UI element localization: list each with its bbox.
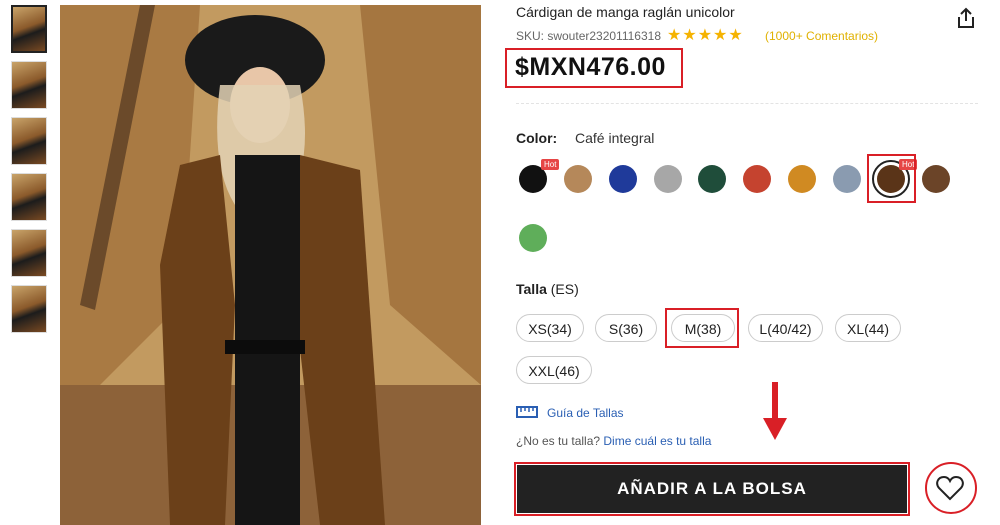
color-swatch-azul[interactable] [609, 165, 637, 193]
size-label: Talla (ES) [516, 281, 579, 297]
thumbnail-5[interactable] [11, 229, 47, 277]
selected-size-highlight [665, 308, 739, 348]
color-swatch-rojo[interactable] [743, 165, 771, 193]
size-unit: (ES) [550, 281, 579, 297]
product-sku: SKU: swouter23201116318 [516, 29, 661, 43]
color-swatch-verde-claro[interactable] [519, 224, 547, 252]
thumbnail-list [11, 5, 51, 341]
size-option[interactable]: L(40/42) [748, 314, 823, 342]
thumbnail-4[interactable] [11, 173, 47, 221]
hot-badge: Hot [541, 159, 560, 170]
divider [516, 103, 978, 104]
size-option[interactable]: XS(34) [516, 314, 584, 342]
selected-color-highlight [867, 154, 916, 203]
share-icon[interactable] [955, 7, 977, 29]
size-guide-link[interactable]: Guía de Tallas [547, 406, 624, 420]
fit-help: ¿No es tu talla? Dime cuál es tu talla [516, 434, 711, 448]
color-swatch-cafe-claro[interactable] [922, 165, 950, 193]
product-main-image[interactable] [60, 5, 481, 525]
size-option[interactable]: XXL(46) [516, 356, 592, 384]
color-swatch-mostaza[interactable] [788, 165, 816, 193]
color-label: Color: [516, 130, 558, 146]
down-arrow-icon [763, 382, 787, 440]
size-label-text: Talla [516, 281, 547, 297]
fit-link[interactable]: Dime cuál es tu talla [603, 434, 711, 448]
product-price: $MXN476.00 [515, 53, 666, 81]
color-swatch-gris[interactable] [654, 165, 682, 193]
reviews-link[interactable]: (1000+ Comentarios) [765, 29, 878, 43]
heart-icon[interactable] [936, 475, 964, 501]
thumbnail-2[interactable] [11, 61, 47, 109]
add-to-bag-button[interactable]: AÑADIR A LA BOLSA [517, 465, 907, 513]
color-value: Café integral [575, 130, 655, 146]
rating-stars-icon: ★★★★★ [667, 27, 744, 44]
size-option[interactable]: XL(44) [835, 314, 901, 342]
thumbnail-3[interactable] [11, 117, 47, 165]
size-option[interactable]: S(36) [595, 314, 657, 342]
fit-question: ¿No es tu talla? [516, 434, 601, 448]
color-swatch-caqui[interactable] [564, 165, 592, 193]
color-swatch-gris-azul[interactable] [833, 165, 861, 193]
product-photo-illustration [60, 5, 481, 525]
thumbnail-1[interactable] [11, 5, 47, 53]
thumbnail-6[interactable] [11, 285, 47, 333]
product-title: Cárdigan de manga raglán unicolor [516, 4, 735, 20]
ruler-icon [516, 406, 538, 418]
color-swatch-verde-oscuro[interactable] [698, 165, 726, 193]
